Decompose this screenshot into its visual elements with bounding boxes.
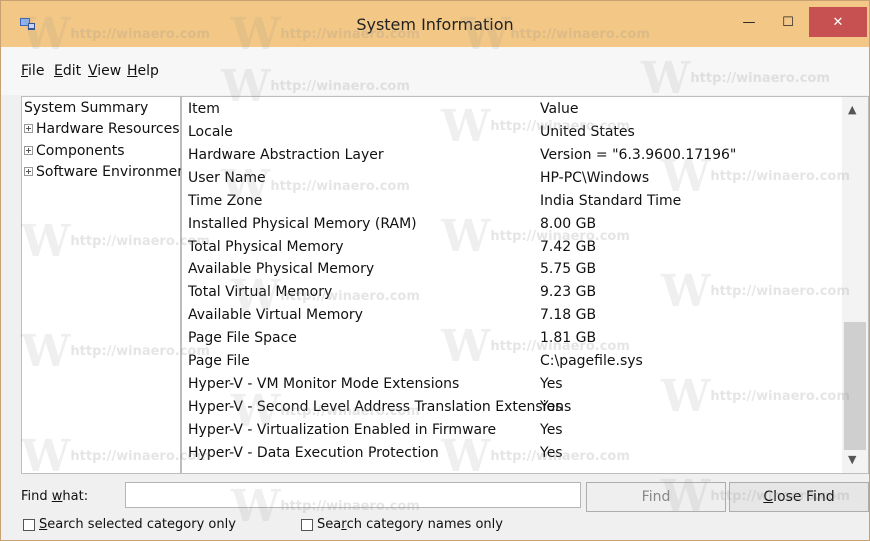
- row-value-cell[interactable]: India Standard Time: [540, 193, 681, 209]
- row-item-cell[interactable]: Available Virtual Memory: [188, 307, 363, 323]
- tree-item-components[interactable]: Components: [24, 143, 125, 159]
- close-icon: ✕: [832, 14, 844, 30]
- row-item-cell[interactable]: Page File: [188, 353, 250, 369]
- checkbox-box[interactable]: [301, 518, 313, 531]
- row-item-cell[interactable]: Page File Space: [188, 330, 297, 346]
- close-find-button[interactable]: Close Find: [729, 482, 869, 512]
- close-button[interactable]: ✕: [809, 7, 867, 37]
- row-value-cell[interactable]: 8.00 GB: [540, 216, 596, 232]
- checkbox-box[interactable]: [23, 518, 35, 531]
- row-value-cell[interactable]: Yes: [540, 445, 563, 461]
- minimize-icon: —: [742, 14, 756, 30]
- row-value-cell[interactable]: 5.75 GB: [540, 261, 596, 277]
- find-what-input[interactable]: [125, 482, 581, 508]
- row-value-cell[interactable]: United States: [540, 124, 635, 140]
- expand-plus-icon[interactable]: [24, 166, 33, 176]
- tree-item-hardware-resources[interactable]: Hardware Resources: [24, 121, 180, 137]
- row-item-cell[interactable]: Total Virtual Memory: [188, 284, 332, 300]
- row-item-cell[interactable]: Hyper-V - Virtualization Enabled in Firm…: [188, 422, 496, 438]
- row-value-cell[interactable]: 7.42 GB: [540, 239, 596, 255]
- menu-file[interactable]: File: [21, 63, 44, 79]
- scroll-up-icon[interactable]: ▲: [848, 103, 856, 116]
- minimize-button[interactable]: —: [733, 7, 765, 37]
- search-selected-category-checkbox[interactable]: Search selected category only: [23, 517, 236, 532]
- row-item-cell[interactable]: Total Physical Memory: [188, 239, 343, 255]
- row-value-cell[interactable]: 9.23 GB: [540, 284, 596, 300]
- row-item-cell[interactable]: Hyper-V - Second Level Address Translati…: [188, 399, 571, 415]
- expand-plus-icon[interactable]: [24, 123, 33, 133]
- find-button[interactable]: Find: [586, 482, 726, 512]
- row-item-cell[interactable]: Installed Physical Memory (RAM): [188, 216, 417, 232]
- menu-bar: File Edit View Help: [1, 47, 869, 95]
- row-value-cell[interactable]: Yes: [540, 422, 563, 438]
- menu-edit[interactable]: Edit: [54, 63, 81, 79]
- search-category-names-checkbox[interactable]: Sea r ch category names only: [301, 517, 503, 532]
- details-list[interactable]: Item Value Locale United States Hardware A…: [181, 96, 869, 474]
- row-item-cell[interactable]: Locale: [188, 124, 233, 140]
- scroll-down-icon[interactable]: ▼: [848, 453, 856, 466]
- row-value-cell[interactable]: Yes: [540, 399, 563, 415]
- expand-plus-icon[interactable]: [24, 145, 33, 155]
- row-item-cell[interactable]: Hyper-V - VM Monitor Mode Extensions: [188, 376, 459, 392]
- row-item-cell[interactable]: Time Zone: [188, 193, 262, 209]
- row-value-cell[interactable]: 7.18 GB: [540, 307, 596, 323]
- maximize-button[interactable]: ☐: [771, 7, 805, 37]
- scrollbar-thumb[interactable]: [844, 322, 866, 450]
- row-item-cell[interactable]: Hardware Abstraction Layer: [188, 147, 384, 163]
- row-value-cell[interactable]: HP-PC\Windows: [540, 170, 649, 186]
- system-information-window: System Information — ☐ ✕ File Edit View …: [0, 0, 870, 541]
- maximize-icon: ☐: [782, 14, 794, 30]
- row-value-cell[interactable]: Version = "6.3.9600.17196": [540, 147, 736, 163]
- row-value-cell[interactable]: Yes: [540, 376, 563, 392]
- column-header-item[interactable]: Item: [188, 101, 220, 117]
- find-what-label: Find what:: [21, 489, 89, 504]
- row-item-cell[interactable]: Hyper-V - Data Execution Protection: [188, 445, 439, 461]
- row-value-cell[interactable]: C:\pagefile.sys: [540, 353, 643, 369]
- column-header-value[interactable]: Value: [540, 101, 578, 117]
- tree-item-software-environment[interactable]: Software Environment: [24, 164, 192, 180]
- row-value-cell[interactable]: 1.81 GB: [540, 330, 596, 346]
- tree-item-system-summary[interactable]: System Summary: [24, 100, 148, 116]
- row-item-cell[interactable]: User Name: [188, 170, 266, 186]
- menu-help[interactable]: Help: [127, 63, 159, 79]
- row-item-cell[interactable]: Available Physical Memory: [188, 261, 374, 277]
- title-bar[interactable]: System Information — ☐ ✕: [1, 1, 869, 47]
- menu-view[interactable]: View: [88, 63, 121, 79]
- category-tree[interactable]: System Summary Hardware Resources Compon…: [21, 96, 192, 474]
- vertical-scrollbar[interactable]: ▲ ▼: [842, 97, 868, 473]
